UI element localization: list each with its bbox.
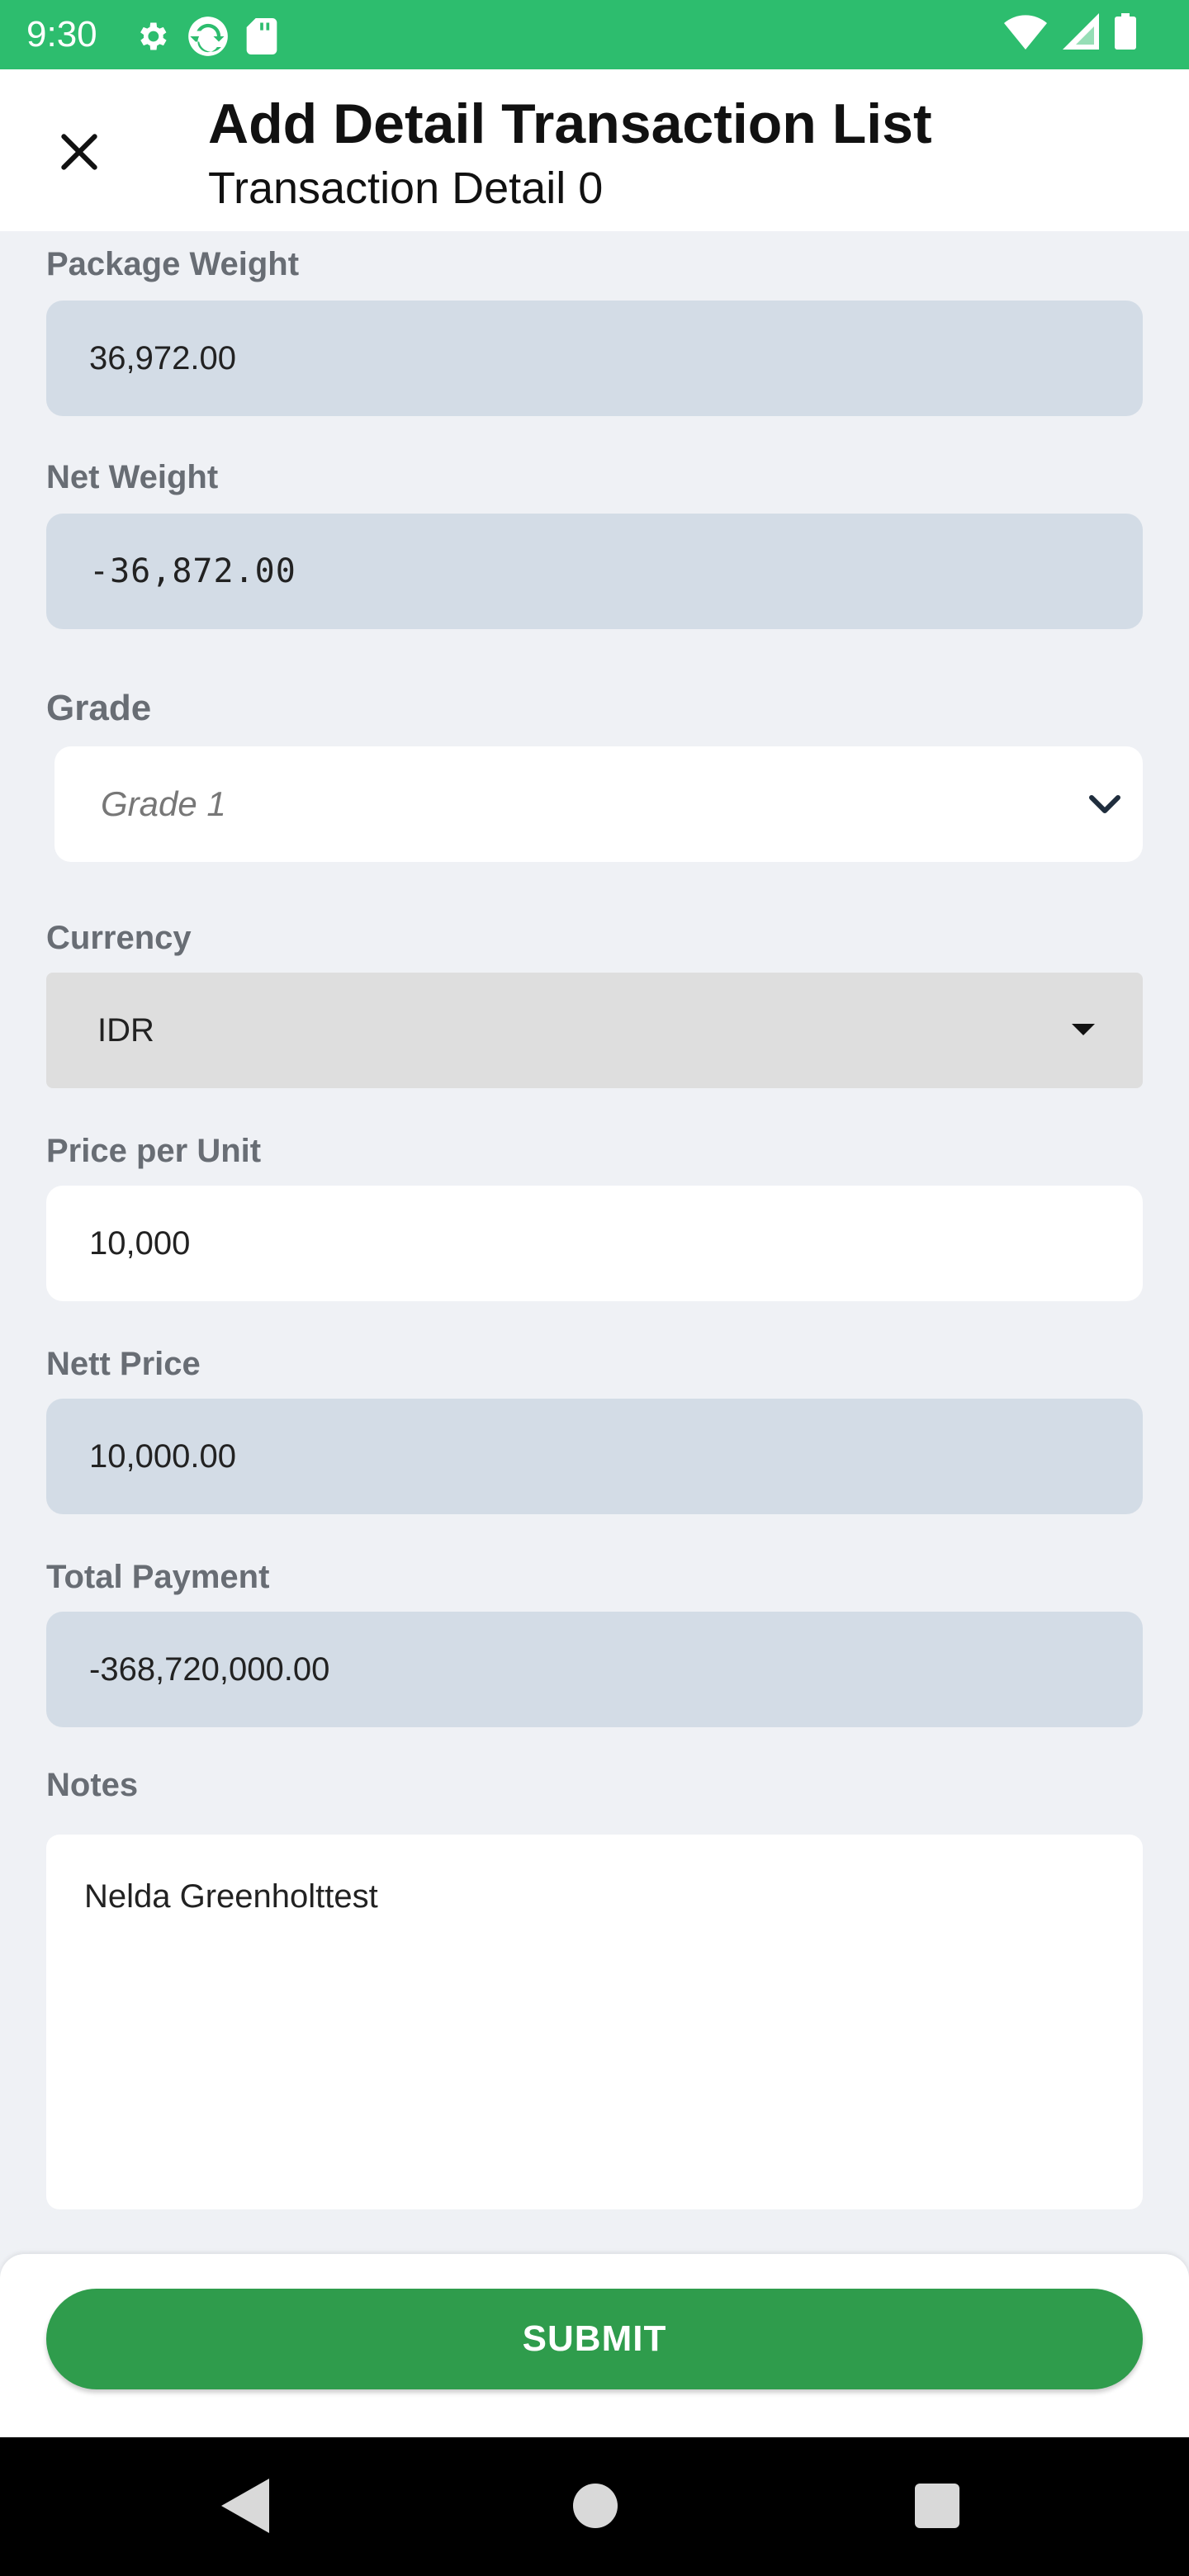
wifi-icon — [1004, 13, 1047, 54]
status-icons-left — [134, 15, 277, 62]
chevron-down-icon — [1085, 784, 1125, 824]
package-weight-field: 36,972.00 — [46, 301, 1143, 416]
caret-down-icon — [1072, 1024, 1095, 1035]
net-weight-label: Net Weight — [46, 459, 219, 495]
gear-icon — [134, 18, 170, 59]
battery-icon — [1115, 13, 1136, 54]
package-weight-label: Package Weight — [46, 246, 300, 282]
app-bar: Add Detail Transaction List Transaction … — [0, 69, 1189, 231]
status-bar: 9:30 — [0, 0, 1189, 69]
home-icon[interactable] — [573, 2484, 618, 2528]
recents-icon[interactable] — [915, 2484, 959, 2528]
currency-label: Currency — [46, 920, 192, 956]
total-payment-label: Total Payment — [46, 1559, 270, 1595]
signal-icon — [1062, 13, 1100, 54]
currency-selected-value: IDR — [97, 1011, 154, 1049]
close-icon — [56, 129, 102, 179]
net-weight-field: -36,872.00 — [46, 514, 1143, 629]
grade-label: Grade — [46, 688, 152, 728]
price-per-unit-input[interactable]: 10,000 — [46, 1186, 1143, 1301]
total-payment-field: -368,720,000.00 — [46, 1612, 1143, 1727]
close-button[interactable] — [46, 121, 112, 187]
submit-area: SUBMIT — [0, 2254, 1189, 2437]
nett-price-field: 10,000.00 — [46, 1399, 1143, 1514]
status-icons-right — [1004, 13, 1136, 54]
sd-card-icon — [246, 18, 277, 59]
back-icon[interactable] — [221, 2479, 269, 2537]
grade-select[interactable]: Grade 1 — [54, 746, 1143, 862]
page-title: Add Detail Transaction List — [208, 92, 932, 155]
currency-select[interactable]: IDR — [46, 973, 1143, 1088]
nett-price-label: Nett Price — [46, 1346, 201, 1382]
notes-label: Notes — [46, 1767, 139, 1803]
system-nav-bar — [0, 2437, 1189, 2576]
sync-icon — [187, 15, 230, 62]
page-subtitle: Transaction Detail 0 — [208, 163, 604, 213]
price-per-unit-label: Price per Unit — [46, 1133, 262, 1169]
grade-selected-value: Grade 1 — [101, 784, 226, 823]
notes-textarea[interactable]: Nelda Greenholttest — [46, 1835, 1143, 2209]
status-time: 9:30 — [26, 14, 97, 54]
submit-button[interactable]: SUBMIT — [46, 2289, 1143, 2389]
